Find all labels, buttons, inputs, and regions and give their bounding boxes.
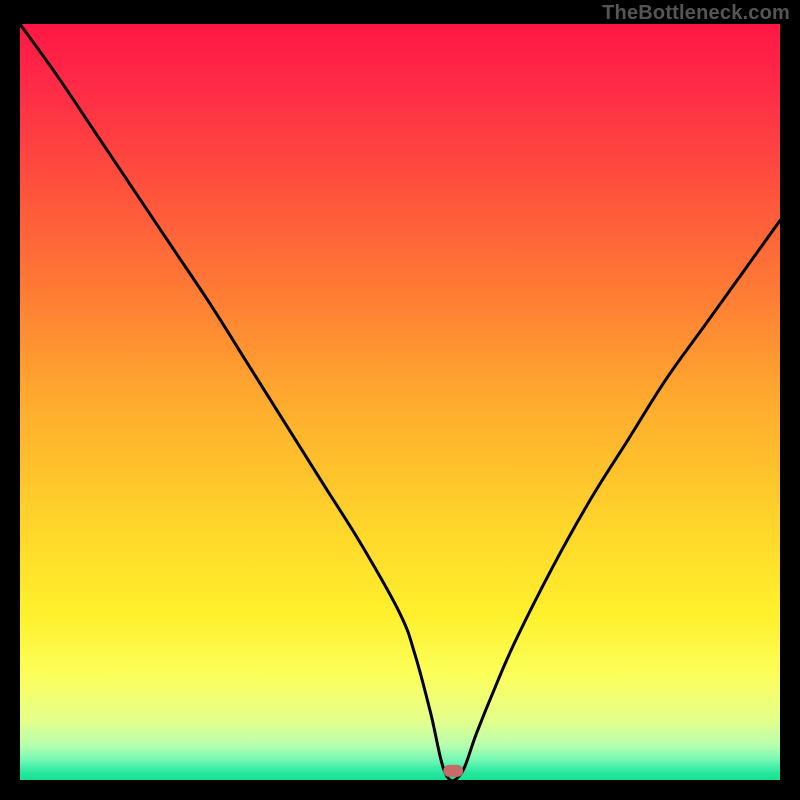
- optimal-point-marker: [443, 765, 463, 777]
- chart-frame: TheBottleneck.com: [0, 0, 800, 800]
- attribution-label: TheBottleneck.com: [602, 2, 790, 25]
- gradient-background: [20, 24, 780, 780]
- plot-area: [20, 24, 780, 780]
- bottleneck-chart: [20, 24, 780, 780]
